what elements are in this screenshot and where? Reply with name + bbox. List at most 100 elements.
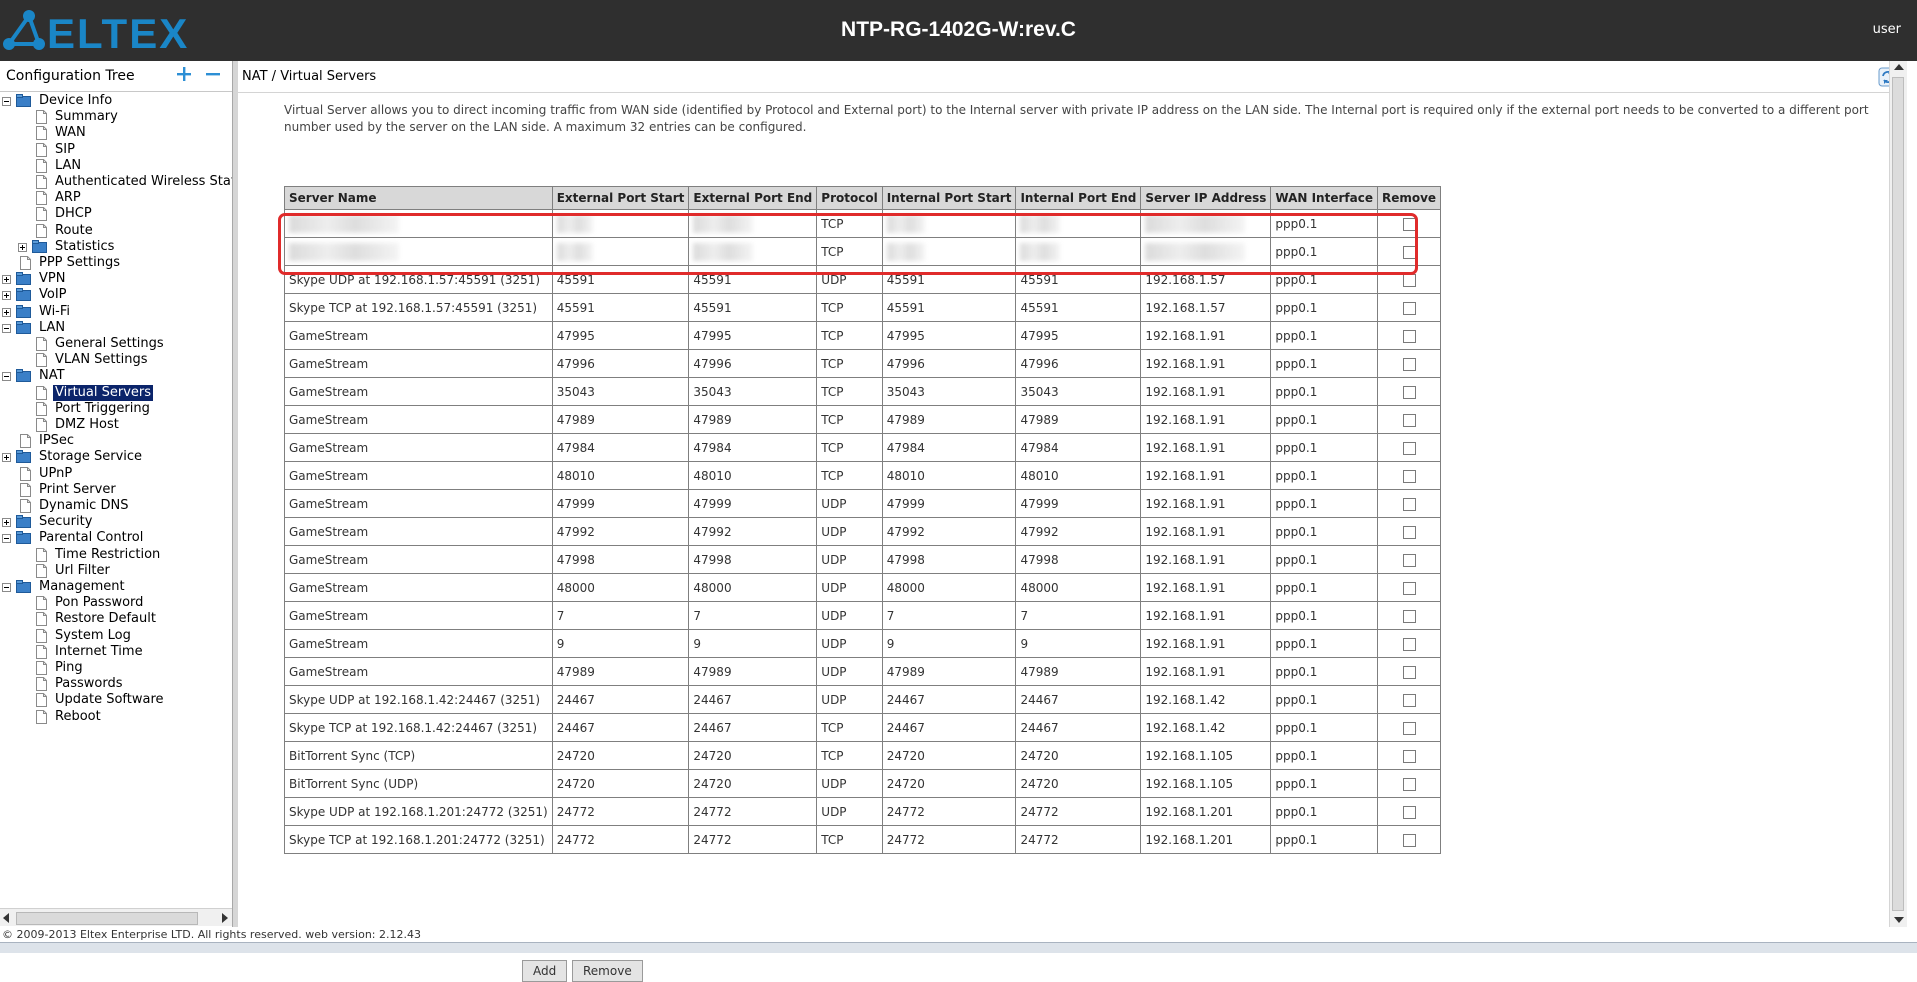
table-cell: 35043	[551, 377, 690, 406]
table-cell: 35043	[1015, 377, 1142, 406]
expand-toggle-icon[interactable]	[2, 275, 11, 285]
scroll-up-arrow-icon[interactable]	[1894, 64, 1904, 70]
remove-checkbox[interactable]	[1402, 525, 1416, 539]
tree-item-label: UPnP	[39, 465, 73, 481]
table-cell: 24467	[551, 685, 690, 714]
remove-checkbox[interactable]	[1402, 637, 1416, 651]
expand-all-icon[interactable]	[176, 66, 192, 82]
tree-item-label: Port Triggering	[55, 400, 150, 416]
table-cell: 24720	[551, 769, 690, 798]
scrollbar-thumb[interactable]	[16, 912, 198, 925]
table-cell: 47989	[881, 657, 1017, 686]
table-cell: 47989	[551, 657, 690, 686]
table-cell: ppp0.1	[1270, 405, 1378, 434]
remove-checkbox[interactable]	[1402, 721, 1416, 735]
table-cell	[1140, 237, 1272, 266]
remove-checkbox[interactable]	[1402, 777, 1416, 791]
table-cell: GameStream	[284, 489, 553, 518]
remove-checkbox[interactable]	[1402, 357, 1416, 371]
table-row: GameStream 7 7 UDP 7 7 192.168.1.91 ppp0.1	[284, 601, 1442, 630]
remove-checkbox[interactable]	[1402, 245, 1416, 259]
expand-toggle-icon[interactable]	[2, 307, 11, 317]
remove-checkbox[interactable]	[1402, 497, 1416, 511]
collapse-toggle-icon[interactable]	[2, 97, 11, 106]
remove-checkbox[interactable]	[1402, 833, 1416, 847]
tree-item-label: Update Software	[55, 692, 164, 708]
folder-icon	[16, 369, 31, 387]
remove-checkbox[interactable]	[1402, 609, 1416, 623]
table-cell: 192.168.1.91	[1140, 573, 1272, 602]
scroll-down-arrow-icon[interactable]	[1894, 917, 1904, 923]
remove-checkbox[interactable]	[1402, 329, 1416, 343]
remove-cell	[1376, 601, 1442, 630]
remove-checkbox[interactable]	[1402, 749, 1416, 763]
table-cell	[284, 237, 553, 266]
table-cell: 192.168.1.91	[1140, 601, 1272, 630]
remove-checkbox[interactable]	[1402, 553, 1416, 567]
table-row: TCP ppp0.1	[284, 209, 1442, 238]
remove-checkbox[interactable]	[1402, 217, 1416, 231]
table-cell: 192.168.1.201	[1140, 825, 1272, 854]
table-cell	[551, 237, 690, 266]
expand-toggle-icon[interactable]	[18, 242, 27, 252]
table-cell: 45591	[688, 293, 818, 322]
table-cell: ppp0.1	[1270, 433, 1378, 462]
scroll-left-arrow-icon[interactable]	[3, 913, 9, 923]
table-cell: 47992	[881, 517, 1017, 546]
scrollbar-thumb[interactable]	[1892, 77, 1904, 911]
table-cell: 47995	[688, 321, 818, 350]
table-cell: ppp0.1	[1270, 601, 1378, 630]
remove-checkbox[interactable]	[1402, 665, 1416, 679]
table-cell: 48010	[688, 461, 818, 490]
remove-button[interactable]: Remove	[572, 960, 643, 982]
remove-checkbox[interactable]	[1402, 693, 1416, 707]
tree-item-label: WAN	[55, 125, 86, 141]
table-cell: TCP	[816, 741, 883, 770]
expand-toggle-icon[interactable]	[2, 518, 11, 528]
remove-checkbox[interactable]	[1402, 441, 1416, 455]
table-cell: UDP	[816, 657, 883, 686]
user-label[interactable]: user	[1873, 22, 1901, 37]
collapse-toggle-icon[interactable]	[2, 583, 11, 592]
table-cell: ppp0.1	[1270, 293, 1378, 322]
scroll-right-arrow-icon[interactable]	[222, 913, 228, 923]
header-divider	[238, 92, 1889, 93]
expand-toggle-icon[interactable]	[2, 291, 11, 301]
remove-checkbox[interactable]	[1402, 273, 1416, 287]
folder-icon	[16, 531, 31, 549]
table-cell: UDP	[816, 601, 883, 630]
tree-item-label: Route	[55, 222, 93, 238]
folder-icon	[16, 320, 31, 339]
table-row: GameStream 47996 47996 TCP 47996 47996 192.168…	[284, 349, 1442, 378]
remove-checkbox[interactable]	[1402, 413, 1416, 427]
collapse-toggle-icon[interactable]	[2, 372, 11, 382]
main-vertical-scrollbar[interactable]	[1889, 61, 1907, 927]
add-button[interactable]: Add	[522, 960, 568, 982]
collapse-all-icon[interactable]	[205, 66, 221, 82]
table-cell: TCP	[816, 321, 883, 350]
table-cell: GameStream	[284, 433, 553, 462]
collapse-toggle-icon[interactable]	[2, 323, 11, 333]
remove-checkbox[interactable]	[1402, 469, 1416, 483]
table-cell: 192.168.1.91	[1140, 377, 1272, 406]
remove-checkbox[interactable]	[1402, 581, 1416, 595]
remove-cell	[1376, 433, 1442, 462]
table-cell: TCP	[816, 825, 883, 854]
remove-checkbox[interactable]	[1402, 301, 1416, 315]
collapse-toggle-icon[interactable]	[2, 534, 11, 544]
table-cell: 24772	[881, 797, 1017, 826]
table-cell: 192.168.1.91	[1140, 489, 1272, 518]
table-cell: TCP	[816, 237, 883, 266]
table-row: Skype UDP at 192.168.1.42:24467 (3251) 24…	[284, 685, 1442, 714]
table-cell: 24720	[688, 741, 818, 770]
table-cell: 48000	[1015, 573, 1142, 602]
expand-toggle-icon[interactable]	[2, 453, 11, 463]
table-row: BitTorrent Sync (UDP) 24720 24720 UDP 24720 2…	[284, 769, 1442, 798]
tree-horizontal-scrollbar[interactable]	[0, 908, 232, 926]
table-cell: ppp0.1	[1270, 209, 1378, 238]
remove-cell	[1376, 629, 1442, 658]
table-cell: 48010	[1015, 461, 1142, 490]
table-cell: 45591	[1015, 293, 1142, 322]
remove-checkbox[interactable]	[1402, 805, 1416, 819]
remove-checkbox[interactable]	[1402, 385, 1416, 399]
